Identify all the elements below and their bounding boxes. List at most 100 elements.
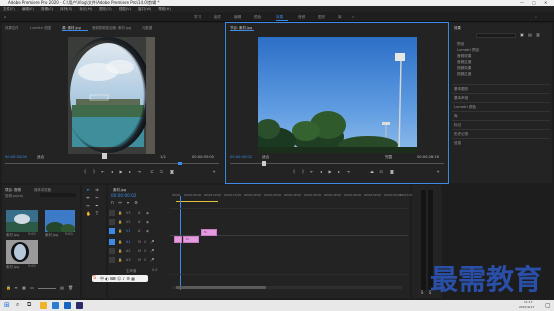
source-scrub-bar[interactable] bbox=[5, 163, 219, 164]
panel-info[interactable]: 信息 bbox=[454, 141, 461, 146]
panel-libraries[interactable]: 库 bbox=[454, 114, 458, 119]
new-bin-icon[interactable]: ▣ bbox=[520, 33, 524, 37]
search-icon[interactable]: ⌕ bbox=[16, 301, 19, 309]
sync-lock-icon[interactable]: ⇵ bbox=[138, 211, 141, 215]
workspace-tab-audio[interactable]: 音频 bbox=[298, 15, 305, 20]
tab-effect-controls[interactable]: 效果控件 bbox=[5, 25, 19, 30]
program-step-back-icon[interactable]: ◂ bbox=[319, 170, 323, 174]
menu-view[interactable]: 视图(V) bbox=[119, 7, 131, 11]
track-lock-icon[interactable]: 🔒 bbox=[118, 249, 122, 253]
track-lock-icon[interactable]: 🔒 bbox=[118, 220, 122, 224]
effects-folder-lumetri-presets[interactable]: Lumetri 预设 bbox=[457, 48, 479, 53]
tab-media-browser[interactable]: 媒体浏览器 bbox=[34, 187, 51, 192]
workspace-tab-assembly[interactable]: 组件 bbox=[214, 15, 221, 20]
timeline-clip-v2[interactable]: fx bbox=[201, 229, 217, 236]
export-frame-icon[interactable]: ◙ bbox=[170, 170, 174, 174]
trash-icon[interactable]: 🗑 bbox=[68, 286, 73, 290]
project-item-thumbnail-selected[interactable] bbox=[6, 240, 38, 264]
program-fit-dropdown[interactable]: 适合 bbox=[262, 155, 269, 160]
timeline-timecode[interactable]: 00:00:00:02 bbox=[111, 193, 137, 198]
snap-icon[interactable]: ⊓ bbox=[110, 201, 114, 205]
program-playhead[interactable] bbox=[262, 161, 266, 166]
extract-icon[interactable]: ⊡ bbox=[379, 170, 383, 174]
program-play-icon[interactable]: ▶ bbox=[328, 170, 332, 174]
track-target-toggle[interactable] bbox=[109, 239, 115, 245]
timeline-ruler[interactable]: 00:00 00:00:05:00 00:00:10:00 00:00:15:0… bbox=[170, 193, 417, 201]
tab-project[interactable]: 项目: 剪辑 bbox=[5, 187, 21, 192]
zoom-slider[interactable] bbox=[38, 288, 56, 289]
notification-icon[interactable]: ▢ bbox=[545, 302, 551, 309]
menu-file[interactable]: 文件(F) bbox=[3, 7, 15, 11]
workspace-tab-color[interactable]: 颜色 bbox=[254, 15, 261, 20]
sync-lock-icon[interactable]: ⇵ bbox=[138, 229, 141, 233]
effects-search-input[interactable] bbox=[476, 33, 516, 38]
home-icon[interactable]: ⌂ bbox=[4, 15, 6, 19]
program-timecode-current[interactable]: 00:00:00:02 bbox=[230, 155, 252, 159]
menu-graphics[interactable]: 图形(G) bbox=[99, 7, 111, 11]
lock-icon[interactable]: 🔒 bbox=[6, 286, 11, 290]
mic-icon[interactable]: 🎤 bbox=[150, 249, 154, 253]
program-go-to-in-icon[interactable]: ⇤ bbox=[310, 170, 314, 174]
tab-lumetri-scopes[interactable]: Lumetri 范围 bbox=[30, 25, 51, 30]
timeline-zoom-scrollbar[interactable] bbox=[172, 286, 402, 289]
mark-in-icon[interactable]: { bbox=[83, 170, 87, 174]
panel-essential-sound[interactable]: 基本声音 bbox=[454, 96, 468, 101]
program-mark-out-icon[interactable]: } bbox=[301, 170, 305, 174]
workspace-tab-learn[interactable]: 学习 bbox=[194, 15, 201, 20]
timeline-clip-v1[interactable] bbox=[174, 236, 182, 243]
track-lock-icon[interactable]: 🔒 bbox=[118, 240, 122, 244]
lift-icon[interactable]: ⏏ bbox=[370, 170, 374, 174]
mute-icon[interactable]: M bbox=[138, 240, 141, 244]
effects-folder-video-transitions[interactable]: 视频过渡 bbox=[457, 72, 471, 77]
effects-folder-audio-effects[interactable]: 音频效果 bbox=[457, 54, 471, 59]
master-volume[interactable]: 0.0 bbox=[152, 268, 157, 272]
project-search-input[interactable] bbox=[40, 193, 76, 197]
mic-icon[interactable]: 🎤 bbox=[150, 258, 154, 262]
effects-folder-presets[interactable]: 预设 bbox=[457, 42, 464, 47]
source-playhead[interactable] bbox=[102, 153, 107, 159]
menu-edit[interactable]: 编辑(E) bbox=[22, 7, 34, 11]
panel-essential-graphics[interactable]: 基本图形 bbox=[454, 87, 468, 92]
audio-track-lanes[interactable] bbox=[170, 237, 408, 275]
program-mark-in-icon[interactable]: { bbox=[292, 170, 296, 174]
app-icon[interactable] bbox=[64, 302, 71, 309]
timeline-scrollbar-thumb[interactable] bbox=[176, 286, 266, 289]
hand-tool-icon[interactable]: ✋ bbox=[86, 212, 91, 216]
project-item-thumbnail[interactable] bbox=[45, 210, 75, 232]
source-resolution-dropdown[interactable]: 1/2 bbox=[160, 155, 166, 159]
eye-icon[interactable]: ◉ bbox=[146, 220, 149, 224]
eye-icon[interactable]: ◉ bbox=[146, 229, 149, 233]
program-export-frame-icon[interactable]: ◙ bbox=[390, 170, 394, 174]
solo-icon[interactable]: S bbox=[144, 249, 146, 253]
work-area-bar[interactable] bbox=[176, 201, 218, 202]
track-target-toggle[interactable] bbox=[109, 257, 115, 263]
program-go-to-out-icon[interactable]: ⇥ bbox=[346, 170, 350, 174]
timeline-clip-v1[interactable]: fx bbox=[183, 236, 199, 243]
tab-metadata[interactable]: 元数据 bbox=[142, 25, 152, 30]
ime-toolbar[interactable]: S 中 ◐ ⌨ ☺ ♪ ⚙ ▦ bbox=[92, 275, 148, 282]
panel-lumetri-color[interactable]: Lumetri 颜色 bbox=[454, 105, 476, 110]
ripple-edit-tool-icon[interactable]: ⇹ bbox=[86, 196, 90, 200]
task-view-icon[interactable]: ⧉ bbox=[27, 301, 31, 309]
track-lock-icon[interactable]: 🔒 bbox=[118, 211, 122, 215]
mute-icon[interactable]: M bbox=[138, 258, 141, 262]
menu-window[interactable]: 窗口(W) bbox=[138, 7, 151, 11]
effects-folder-video-effects[interactable]: 视频效果 bbox=[457, 66, 471, 71]
track-lock-icon[interactable]: 🔒 bbox=[118, 229, 122, 233]
tab-audio-clip-mixer[interactable]: 音频剪辑混合器: 素材.jpg bbox=[92, 25, 131, 30]
overwrite-icon[interactable]: ⊐ bbox=[159, 170, 163, 174]
freeform-view-icon[interactable]: ▭ bbox=[30, 286, 34, 290]
menu-clip[interactable]: 剪辑(C) bbox=[41, 7, 53, 11]
timeline-settings-icon[interactable]: ⚙ bbox=[134, 201, 138, 205]
step-forward-icon[interactable]: ▸ bbox=[128, 170, 132, 174]
mic-icon[interactable]: 🎤 bbox=[150, 240, 154, 244]
track-target-toggle[interactable] bbox=[109, 248, 115, 254]
menu-marker[interactable]: 标记(M) bbox=[79, 7, 92, 11]
tab-timeline-sequence[interactable]: 素材.jpg bbox=[113, 187, 126, 192]
effects-folder-audio-transitions[interactable]: 音频过渡 bbox=[457, 60, 471, 65]
program-step-forward-icon[interactable]: ▸ bbox=[337, 170, 341, 174]
workspace-tab-graphics[interactable]: 图形 bbox=[318, 15, 325, 20]
ime-toolbar-icons[interactable]: 中 ◐ ⌨ ☺ ♪ ⚙ ▦ bbox=[100, 276, 135, 282]
pen-tool-icon[interactable]: ✒ bbox=[95, 204, 99, 208]
add-marker-icon[interactable]: ▾ bbox=[126, 201, 130, 205]
